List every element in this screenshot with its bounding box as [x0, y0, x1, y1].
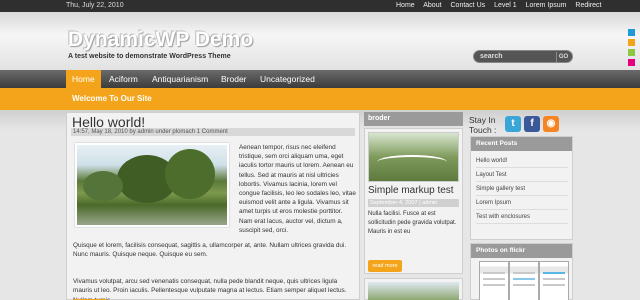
color-swatch-pink[interactable] [628, 59, 635, 66]
flickr-photo[interactable] [539, 261, 569, 300]
twitter-icon[interactable]: t [505, 116, 521, 132]
post-meta-category[interactable]: plomach [172, 129, 195, 135]
recent-post-link[interactable]: Lorem Ipsum [476, 196, 568, 210]
search-input[interactable]: search [480, 53, 503, 60]
post-image [75, 143, 229, 227]
second-post-thumbnail[interactable] [368, 282, 459, 300]
post-paragraph-1-continued: Quisque et lorem, facilisis consequat, s… [73, 242, 347, 259]
recent-posts-header: Recent Posts [471, 137, 572, 151]
top-links: Home About Contact Us Level 1 Lorem Ipsu… [396, 2, 609, 9]
top-link-redirect[interactable]: Redirect [575, 2, 601, 9]
recent-posts-widget: Recent Posts Hello world! Layout Test Si… [470, 136, 573, 240]
color-swatch-green[interactable] [628, 49, 635, 56]
post-meta: 14:57, May 18, 2010 by admin under ploma… [71, 128, 355, 136]
welcome-banner: Welcome To Our Site [0, 88, 640, 110]
top-link-contact[interactable]: Contact Us [451, 2, 486, 9]
post-meta-author[interactable]: admin [137, 129, 153, 135]
flickr-photo[interactable] [509, 261, 539, 300]
main-nav: Home Aciform Antiquarianism Broder Uncat… [0, 70, 640, 88]
second-post-card [364, 278, 463, 300]
color-swatch-blue[interactable] [628, 29, 635, 36]
featured-post-thumbnail[interactable] [368, 132, 459, 182]
post-meta-under: under [153, 129, 173, 135]
color-swatches [628, 29, 635, 69]
recent-post-link[interactable]: Test with enclosures [476, 210, 568, 224]
nav-item-home[interactable]: Home [66, 70, 101, 88]
middle-column: broder Simple markup test September 4, 2… [364, 112, 463, 300]
post-meta-time: 14:57, May 18, 2010 by [73, 129, 138, 135]
facebook-icon[interactable]: f [524, 116, 540, 132]
search-box[interactable]: search GO [473, 50, 573, 63]
top-link-lorem-ipsum[interactable]: Lorem Ipsum [526, 2, 567, 9]
featured-post-meta: September 4, 2007 | admin [368, 199, 459, 207]
post-paragraph-2: Vivamus volutpat, arcu sed venenatis con… [73, 278, 347, 300]
site-title[interactable]: DynamicWP Demo [68, 28, 253, 52]
post-meta-comments[interactable]: 1 Comment [197, 129, 228, 135]
top-bar: Thu, July 22, 2010 Home About Contact Us… [0, 0, 640, 12]
featured-post-title[interactable]: Simple markup test [368, 185, 454, 196]
stay-in-touch-label: Stay In Touch : [469, 115, 497, 135]
read-more-button[interactable]: read more [368, 260, 402, 272]
current-date: Thu, July 22, 2010 [66, 2, 124, 9]
site-tagline: A test website to demonstrate WordPress … [68, 53, 231, 60]
featured-post-excerpt: Nulla facilisi. Fusce at est sollicitudi… [368, 211, 457, 235]
top-link-level-1[interactable]: Level 1 [494, 2, 517, 9]
flickr-widget: Photos on flickr [470, 243, 573, 300]
color-swatch-orange[interactable] [628, 39, 635, 46]
category-header: broder [364, 112, 463, 126]
search-go-button[interactable]: GO [556, 52, 570, 62]
post-paragraph-1: Aenean tempor, risus nec eleifend tristi… [239, 144, 356, 234]
featured-post-card: Simple markup test September 4, 2007 | a… [364, 128, 463, 274]
flickr-photo[interactable] [479, 261, 509, 300]
site-header: DynamicWP Demo A test website to demonst… [0, 12, 640, 70]
top-link-about[interactable]: About [423, 2, 441, 9]
nav-item-aciform[interactable]: Aciform [109, 70, 138, 88]
main-post: Hello world! 14:57, May 18, 2010 by admi… [66, 112, 360, 300]
recent-post-link[interactable]: Simple gallery test [476, 182, 568, 196]
right-sidebar: Stay In Touch : t f ◉ Recent Posts Hello… [467, 112, 575, 300]
welcome-text: Welcome To Our Site [72, 94, 152, 103]
recent-post-link[interactable]: Layout Test [476, 168, 568, 182]
top-link-home[interactable]: Home [396, 2, 415, 9]
rss-icon[interactable]: ◉ [543, 116, 559, 132]
nav-item-uncategorized[interactable]: Uncategorized [260, 70, 315, 88]
nav-item-broder[interactable]: Broder [221, 70, 247, 88]
nav-item-antiquarianism[interactable]: Antiquarianism [152, 70, 208, 88]
flickr-header: Photos on flickr [471, 244, 572, 258]
recent-post-link[interactable]: Hello world! [476, 154, 568, 168]
